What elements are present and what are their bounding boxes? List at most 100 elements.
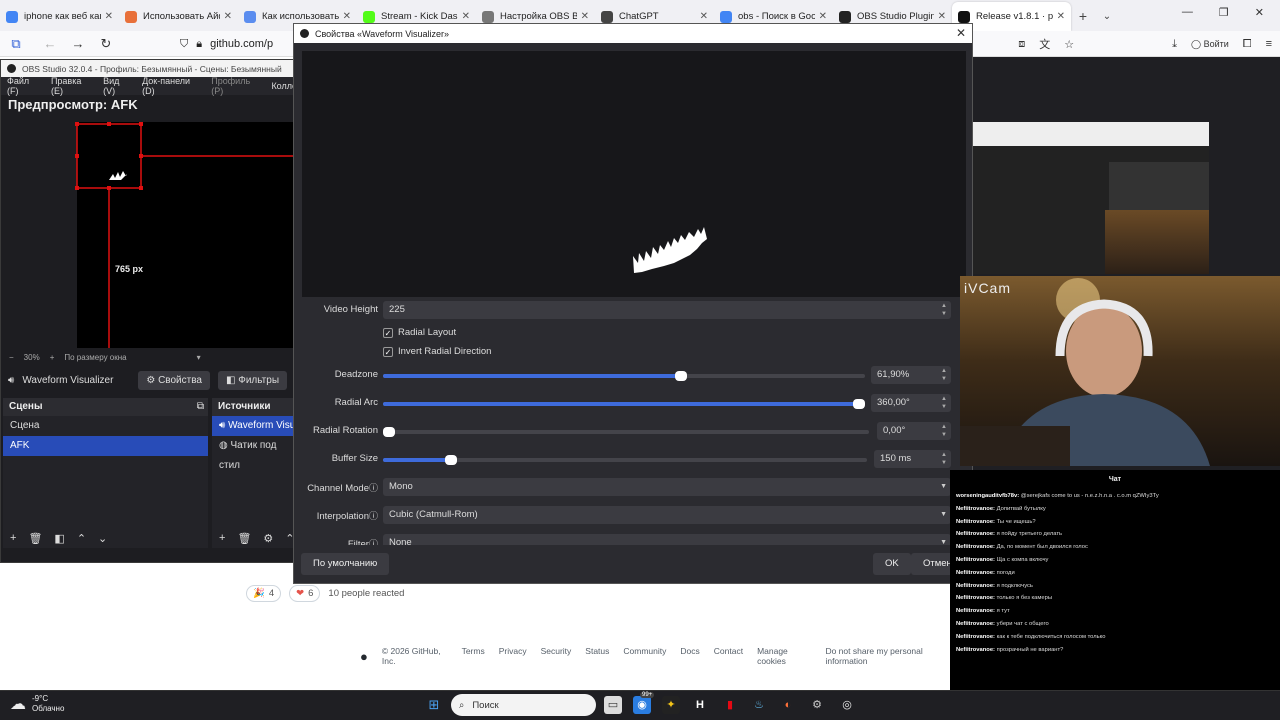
zoom-in-button[interactable]: + — [50, 353, 55, 362]
reload-icon[interactable]: ↻ — [94, 36, 118, 52]
chevron-up-icon[interactable]: ▲ — [941, 423, 947, 431]
footer-link[interactable]: Community — [623, 646, 666, 666]
footer-link[interactable]: Status — [585, 646, 609, 666]
restore-icon[interactable]: ❐ — [1219, 6, 1229, 19]
dock-float-icon[interactable]: ⧉ — [197, 398, 204, 416]
menu-edit[interactable]: Правка (E) — [51, 76, 93, 96]
weather-widget[interactable]: ☁ -9°C Облачно — [10, 694, 64, 714]
gear-icon[interactable]: ⚙ — [263, 532, 273, 545]
ok-button[interactable]: OK — [873, 553, 911, 575]
slider-handle[interactable] — [444, 455, 457, 465]
translate-icon[interactable]: 文 — [1039, 36, 1050, 52]
trash-icon[interactable]: 🗑︎ — [28, 532, 42, 545]
filter-icon[interactable]: ◧ — [54, 532, 64, 545]
menu-docks[interactable]: Док-панели (D) — [142, 76, 201, 96]
taskbar-search[interactable]: ⌕ Поиск — [451, 694, 596, 716]
source-item-selected[interactable]: 🔊︎ Waveform Visu — [212, 416, 299, 436]
deadzone-input[interactable]: 61,90% ▲ ▼ — [871, 366, 951, 384]
chevron-up-icon[interactable]: ▲ — [941, 395, 947, 403]
extensions-icon[interactable]: ⧠ — [1243, 38, 1252, 51]
close-tab-icon[interactable]: ✕ — [700, 11, 708, 22]
sidebar-toggle-icon[interactable]: ⧉ — [4, 36, 28, 52]
spin-buttons[interactable]: ▲ ▼ — [937, 450, 951, 468]
task-view-icon[interactable]: ▭ — [604, 696, 622, 714]
chevron-up-icon[interactable]: ▲ — [941, 302, 947, 310]
zoom-out-button[interactable]: − — [9, 353, 14, 362]
zoom-mode[interactable]: По размеру окна — [64, 353, 126, 362]
close-icon[interactable]: ✕ — [1255, 6, 1264, 19]
add-icon[interactable]: + — [10, 532, 16, 544]
star-icon[interactable]: ☆ — [1064, 38, 1074, 51]
settings-icon[interactable]: ⚙ — [808, 696, 826, 714]
browser-tab[interactable]: iphone как веб камер ✕ — [0, 2, 119, 31]
radial-rotation-input[interactable]: 0,00° ▲ ▼ — [877, 422, 951, 440]
login-button[interactable]: ◯ Войти — [1191, 39, 1229, 50]
move-down-icon[interactable]: ⌄ — [98, 532, 107, 545]
app-icon[interactable]: ✦ — [662, 696, 680, 714]
close-tab-icon[interactable]: ✕ — [105, 11, 113, 22]
close-tab-icon[interactable]: ✕ — [938, 11, 946, 22]
footer-link[interactable]: Privacy — [499, 646, 527, 666]
radial-arc-input[interactable]: 360,00° ▲ ▼ — [871, 394, 951, 412]
scene-item-selected[interactable]: AFK — [3, 436, 208, 456]
radial-arc-slider[interactable] — [383, 399, 865, 409]
close-tab-icon[interactable]: ✕ — [462, 11, 470, 22]
menu-file[interactable]: Файл (F) — [7, 76, 41, 96]
help-icon[interactable]: ⓘ — [369, 511, 378, 521]
menu-profile[interactable]: Профиль (P) — [211, 76, 261, 96]
chevron-up-icon[interactable]: ▲ — [941, 367, 947, 375]
chevron-down-icon[interactable]: ▼ — [941, 459, 947, 467]
interpolation-select[interactable]: Cubic (Catmull-Rom) ▼ — [383, 506, 951, 524]
menu-icon[interactable]: ≡ — [1266, 38, 1272, 50]
footer-link[interactable]: Security — [541, 646, 572, 666]
close-tab-icon[interactable]: ✕ — [581, 11, 589, 22]
invert-radial-checkbox[interactable]: ✓ Invert Radial Direction — [383, 346, 491, 357]
trash-icon[interactable]: 🗑︎ — [237, 532, 251, 545]
buffer-size-slider[interactable] — [383, 455, 867, 465]
footer-link[interactable]: Do not share my personal information — [825, 646, 950, 666]
menu-view[interactable]: Вид (V) — [103, 76, 132, 96]
properties-button[interactable]: ⚙ Свойства — [138, 370, 210, 390]
obs-icon[interactable]: ◎ — [838, 696, 856, 714]
chevron-down-icon[interactable]: ▼ — [941, 375, 947, 383]
screenshot-icon[interactable]: ⧈ — [1018, 38, 1025, 51]
new-tab-button[interactable]: + — [1071, 2, 1095, 31]
source-item[interactable]: ◍ Чатик под стил — [212, 436, 299, 471]
close-icon[interactable]: ✕ — [956, 26, 966, 40]
slider-handle[interactable] — [383, 427, 395, 437]
steam-icon[interactable]: ♨ — [750, 696, 768, 714]
address-bar[interactable]: ⛉ 🔒︎ github.com/p — [180, 34, 302, 54]
defaults-button[interactable]: По умолчанию — [301, 553, 390, 575]
close-tab-icon[interactable]: ✕ — [819, 11, 827, 22]
chevron-down-icon[interactable]: ▼ — [941, 310, 947, 318]
firefox-icon[interactable]: ◐ — [779, 696, 797, 714]
browser-tab[interactable]: Использовать Айфон ✕ — [119, 2, 238, 31]
scene-item[interactable]: Сцена — [3, 416, 208, 436]
spin-buttons[interactable]: ▲ ▼ — [937, 366, 951, 384]
h-app-icon[interactable]: H — [691, 696, 709, 714]
chevron-up-icon[interactable]: ▲ — [941, 451, 947, 459]
radial-layout-checkbox[interactable]: ✓ Radial Layout — [383, 327, 456, 338]
minimize-icon[interactable]: — — [1182, 6, 1193, 19]
close-tab-icon[interactable]: ✕ — [343, 11, 351, 22]
tab-list-chevron-icon[interactable]: ⌄ — [1095, 2, 1119, 31]
move-up-icon[interactable]: ⌃ — [77, 532, 86, 545]
close-tab-icon[interactable]: ✕ — [224, 11, 232, 22]
footer-link[interactable]: Manage cookies — [757, 646, 811, 666]
deadzone-slider[interactable] — [383, 371, 865, 381]
footer-link[interactable]: Terms — [462, 646, 485, 666]
download-icon[interactable]: ⤓ — [1172, 38, 1177, 51]
add-icon[interactable]: + — [219, 532, 225, 544]
help-icon[interactable]: ⓘ — [369, 483, 378, 493]
reaction-tada[interactable]: 🎉 4 — [246, 585, 282, 602]
start-icon[interactable]: ⊞ — [425, 696, 443, 714]
filters-button[interactable]: ◧ Фильтры — [217, 370, 287, 390]
radial-rotation-slider[interactable] — [383, 427, 869, 437]
edge-icon[interactable]: ◉ — [633, 696, 651, 714]
chevron-down-icon[interactable]: ▼ — [941, 431, 947, 439]
spin-buttons[interactable]: ▲ ▼ — [937, 301, 951, 319]
video-height-input[interactable]: 225 ▲ ▼ — [383, 301, 951, 319]
reaction-heart[interactable]: ❤ 6 — [289, 585, 321, 602]
forward-icon[interactable]: → — [66, 36, 90, 51]
preview-canvas[interactable]: 765 px — [1, 122, 299, 348]
